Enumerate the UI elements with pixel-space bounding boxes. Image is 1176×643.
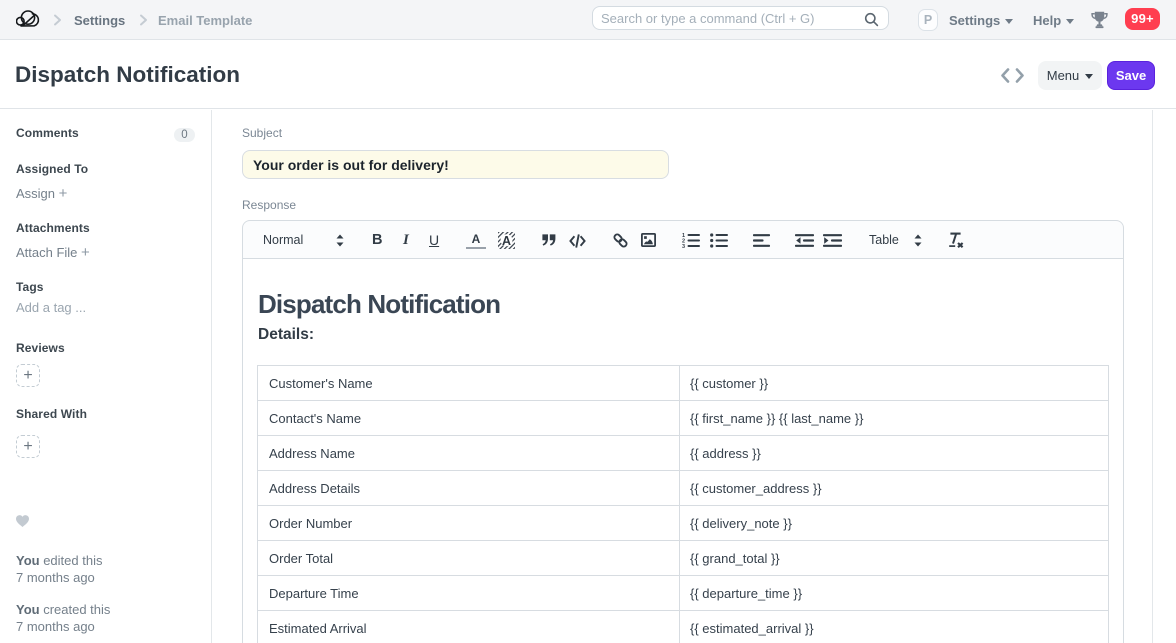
svg-text:3: 3: [682, 244, 685, 248]
svg-text:A: A: [502, 234, 511, 248]
